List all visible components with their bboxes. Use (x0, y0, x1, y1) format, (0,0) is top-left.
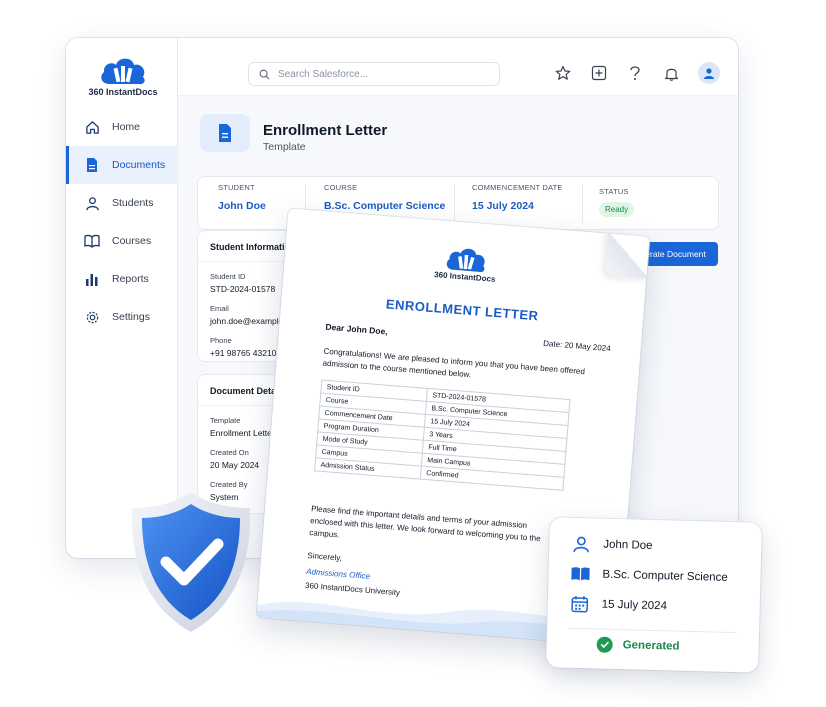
status-badge: Ready (599, 202, 635, 217)
summary-date-value: 15 July 2024 (472, 200, 534, 212)
page-subtitle: Template (263, 141, 306, 153)
divider (569, 627, 738, 634)
divider (454, 185, 455, 223)
sidebar-item-label: Reports (112, 273, 149, 285)
check-circle-icon (596, 636, 613, 653)
top-bar: Search Salesforce... (178, 38, 738, 96)
search-input[interactable]: Search Salesforce... (248, 62, 500, 86)
summary-date-label: COMMENCEMENT DATE (472, 183, 563, 192)
sidebar-item-label: Settings (112, 311, 150, 323)
divider (582, 185, 583, 223)
shield-check-icon (131, 492, 251, 632)
sidebar-nav: Home Documents Students Courses Reports … (66, 108, 178, 336)
sidebar: 360 InstantDocs Home Documents Students (66, 38, 178, 558)
summary-student-value: John Doe (218, 200, 266, 212)
info-student-row: John Doe (571, 534, 653, 556)
sidebar-item-documents[interactable]: Documents (66, 146, 178, 184)
summary-student: STUDENT John Doe (218, 177, 266, 231)
sidebar-item-label: Students (112, 197, 154, 209)
cloud-logo-icon (446, 248, 485, 273)
letter-closing: Sincerely, (307, 550, 343, 563)
document-header-icon (200, 114, 250, 152)
info-date: 15 July 2024 (601, 598, 668, 613)
generated-status: Generated (596, 636, 680, 655)
sidebar-item-courses[interactable]: Courses (66, 222, 178, 260)
sidebar-item-students[interactable]: Students (66, 184, 178, 222)
calendar-icon (569, 594, 590, 615)
home-icon (84, 119, 100, 135)
summary-date: COMMENCEMENT DATE 15 July 2024 (472, 177, 563, 231)
sidebar-item-label: Documents (112, 159, 166, 171)
generated-summary-card: John Doe B.Sc. Computer Science 15 July … (546, 517, 762, 673)
info-date-row: 15 July 2024 (569, 594, 667, 617)
avatar[interactable] (698, 62, 720, 84)
book-icon (570, 564, 591, 585)
summary-course-value: B.Sc. Computer Science (324, 200, 446, 212)
letter-logo: 360 InstantDocs (284, 230, 648, 295)
user-icon (571, 534, 592, 555)
top-icons (554, 62, 720, 84)
plus-square-icon[interactable] (590, 64, 608, 82)
star-icon[interactable] (554, 64, 572, 82)
document-icon (84, 157, 100, 173)
letter-paragraph: Please find the important details and te… (308, 504, 541, 544)
bell-icon[interactable] (662, 64, 680, 82)
cloud-logo-icon (101, 58, 145, 85)
brand-logo[interactable]: 360 InstantDocs (88, 54, 158, 97)
page-title: Enrollment Letter (263, 122, 388, 139)
user-icon (84, 195, 100, 211)
letter-signature: Admissions Office (305, 566, 371, 581)
sidebar-item-reports[interactable]: Reports (66, 260, 178, 298)
info-course-name: B.Sc. Computer Science (602, 568, 728, 584)
book-icon (84, 233, 100, 249)
bar-chart-icon (84, 271, 100, 287)
info-student-name: John Doe (603, 538, 653, 552)
info-course-row: B.Sc. Computer Science (570, 564, 728, 588)
sidebar-item-home[interactable]: Home (66, 108, 178, 146)
search-icon (259, 69, 270, 80)
sidebar-item-settings[interactable]: Settings (66, 298, 178, 336)
summary-status: STATUS Ready (599, 177, 635, 231)
letter-table: Student ID STD-2024-01578 Course B.Sc. Com… (314, 380, 571, 491)
letter-greeting: Dear John Doe, (325, 321, 389, 337)
help-icon[interactable] (626, 64, 644, 82)
summary-student-label: STUDENT (218, 183, 255, 192)
summary-status-label: STATUS (599, 187, 629, 196)
letter-date: Date: 20 May 2024 (542, 338, 611, 354)
search-placeholder: Search Salesforce... (278, 68, 369, 80)
generated-status-label: Generated (622, 639, 680, 653)
gear-icon (84, 309, 100, 325)
sidebar-item-label: Courses (112, 235, 152, 247)
summary-course-label: COURSE (324, 183, 358, 192)
sidebar-item-label: Home (112, 121, 141, 133)
brand-name: 360 InstantDocs (88, 87, 158, 97)
